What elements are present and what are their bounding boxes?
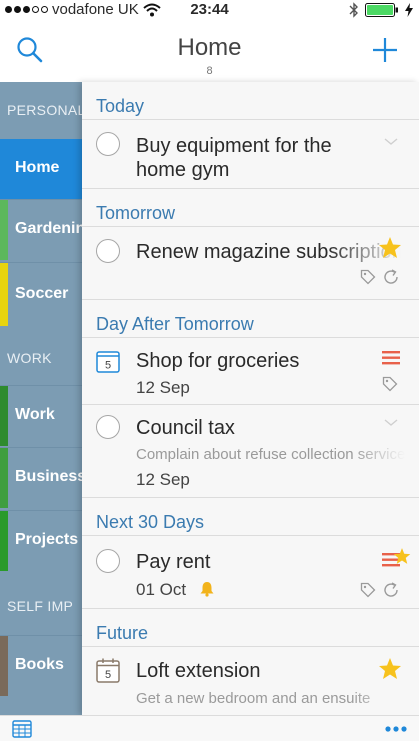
tag-icon — [360, 269, 376, 285]
task-row[interactable]: Renew magazine subscription — [82, 227, 419, 300]
add-task-icon[interactable] — [371, 36, 399, 64]
sidebar-item-business[interactable]: Business — [0, 447, 82, 508]
task-due-date: 12 Sep — [136, 378, 190, 397]
task-title: Council tax — [136, 417, 235, 439]
page-title: Home — [177, 34, 242, 61]
section-header-tomorrow: Tomorrow — [82, 189, 419, 227]
section-label: Future — [96, 623, 149, 643]
sidebar-item-gardening[interactable]: Gardening — [0, 199, 82, 260]
section-header-day-after-tomorrow: Day After Tomorrow — [82, 300, 419, 338]
list-sidebar: PERSONAL Home Gardening Soccer WORK Work… — [0, 82, 82, 715]
section-label: Next 30 Days — [96, 512, 205, 532]
task-row[interactable]: 5 Loft extension Get a new bedroom and a… — [82, 647, 419, 715]
star-icon[interactable] — [378, 657, 402, 680]
calendar-view-icon[interactable] — [12, 720, 32, 738]
section-header-today: Today — [82, 82, 419, 120]
bluetooth-icon — [349, 2, 358, 18]
chevron-down-icon[interactable] — [384, 419, 398, 427]
sidebar-item-label: Gardening — [15, 220, 82, 237]
section-label: Today — [96, 96, 145, 116]
section-header-next-30-days: Next 30 Days — [82, 498, 419, 536]
task-due-date: 01 Oct — [136, 580, 187, 599]
sidebar-item-label: Business — [15, 468, 82, 485]
task-row[interactable]: Buy equipment for the home gym — [82, 120, 419, 189]
sidebar-header-personal: PERSONAL — [7, 102, 82, 118]
task-title: Pay rent — [136, 551, 211, 573]
sidebar-item-label: Home — [15, 159, 60, 176]
task-note: Get a new bedroom and an ensuite — [136, 690, 371, 707]
bell-icon — [200, 582, 214, 597]
task-row[interactable]: Council tax Complain about refuse collec… — [82, 405, 419, 498]
sidebar-item-work[interactable]: Work — [0, 385, 82, 446]
task-checkbox[interactable] — [96, 415, 120, 439]
tag-icon — [382, 376, 398, 392]
task-title: Buy equipment for the home gym — [136, 135, 332, 181]
task-list: Today Buy equipment for the home gym Tom… — [82, 82, 419, 715]
calendar-icon[interactable]: 5 — [96, 349, 120, 373]
calendar-day: 5 — [105, 360, 111, 372]
task-title: Shop for groceries — [136, 350, 300, 372]
section-label: Day After Tomorrow — [96, 314, 254, 334]
battery-icon — [365, 3, 398, 17]
task-checkbox[interactable] — [96, 239, 120, 263]
section-header-future: Future — [82, 609, 419, 647]
sidebar-item-label: Books — [15, 656, 64, 673]
task-due-date: 12 Sep — [136, 470, 190, 489]
bottom-toolbar — [0, 715, 419, 741]
repeat-icon — [384, 269, 398, 284]
priority-high-icon[interactable] — [382, 351, 400, 365]
star-icon[interactable] — [378, 236, 402, 259]
task-row[interactable]: 5 Shop for groceries 12 Sep — [82, 338, 419, 405]
sidebar-item-label: Soccer — [15, 285, 69, 302]
section-label: Tomorrow — [96, 203, 176, 223]
sidebar-item-home[interactable]: Home — [0, 139, 82, 199]
task-row[interactable]: Pay rent 01 Oct — [82, 536, 419, 609]
sidebar-item-projects[interactable]: Projects — [0, 510, 82, 571]
task-checkbox[interactable] — [96, 132, 120, 156]
repeat-icon — [384, 582, 398, 597]
calendar-day: 5 — [105, 669, 111, 681]
chevron-down-icon[interactable] — [384, 138, 398, 146]
sidebar-header-self-improvement: SELF IMP — [7, 598, 74, 614]
star-icon[interactable] — [393, 547, 411, 565]
task-title: Loft extension — [136, 660, 261, 682]
more-options-icon[interactable] — [385, 726, 407, 732]
sidebar-header-work: WORK — [7, 350, 52, 366]
navigation-bar: Home 8 — [0, 20, 419, 83]
sidebar-item-label: Work — [15, 406, 55, 423]
sidebar-item-label: Projects — [15, 531, 79, 548]
tag-icon — [360, 582, 376, 598]
task-count: 8 — [206, 65, 213, 77]
sidebar-item-books[interactable]: Books — [0, 635, 82, 696]
charging-icon — [405, 3, 413, 17]
calendar-icon[interactable]: 5 — [96, 657, 120, 683]
sidebar-item-soccer[interactable]: Soccer — [0, 262, 82, 326]
task-checkbox[interactable] — [96, 549, 120, 573]
status-bar: vodafone UK 23:44 — [0, 0, 419, 20]
